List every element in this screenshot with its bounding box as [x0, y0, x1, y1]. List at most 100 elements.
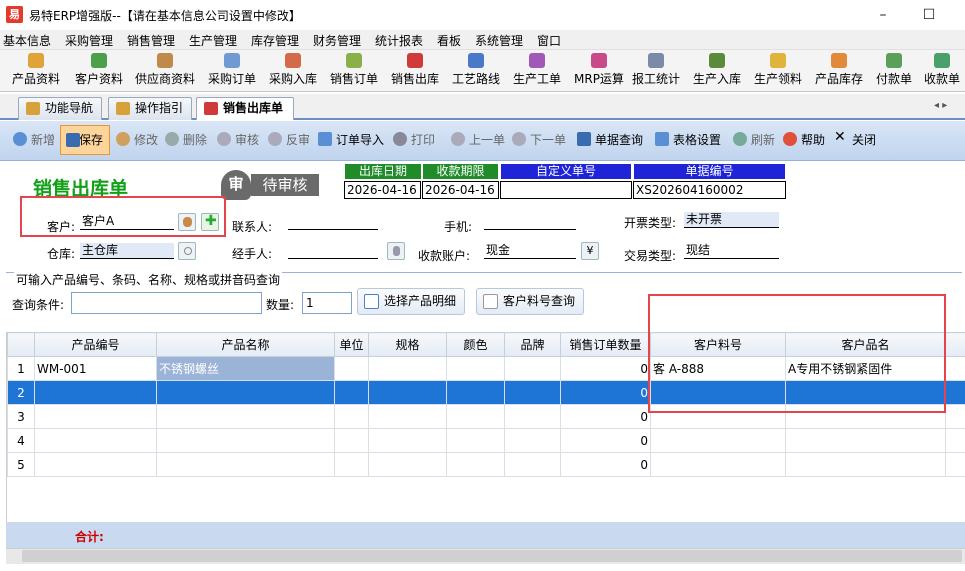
quantity-input[interactable]: 1: [302, 292, 352, 314]
cell-unit[interactable]: [334, 356, 369, 381]
warehouse-lookup-button[interactable]: [178, 242, 196, 260]
toolbar-customer-info[interactable]: 客户资料: [75, 53, 123, 91]
prev-button[interactable]: 上一单: [451, 131, 505, 148]
col-header-unit[interactable]: 单位: [334, 332, 369, 357]
menu-inventory[interactable]: 库存管理: [251, 32, 299, 49]
toolbar-work-order[interactable]: 生产工单: [513, 53, 561, 91]
toolbar-product-stock[interactable]: 产品库存: [815, 53, 863, 91]
toolbar-purchase-order[interactable]: 采购订单: [208, 53, 256, 91]
toolbar-supplier-info[interactable]: 供应商资料: [135, 53, 195, 91]
contact-field[interactable]: [288, 214, 378, 230]
help-button[interactable]: 帮助: [783, 131, 825, 148]
menu-board[interactable]: 看板: [437, 32, 461, 49]
cell-order-qty[interactable]: 0: [560, 404, 651, 429]
tab-guide[interactable]: 操作指引: [108, 97, 192, 120]
minimize-button[interactable]: –: [872, 4, 894, 26]
cell-spec[interactable]: [368, 380, 447, 405]
col-header-color[interactable]: 颜色: [446, 332, 505, 357]
cell-customer-part-no[interactable]: [650, 428, 786, 453]
select-product-button[interactable]: 选择产品明细: [357, 288, 466, 315]
cell-unit[interactable]: [334, 452, 369, 477]
due-date-field[interactable]: 2026-04-16: [422, 181, 499, 199]
menu-sales[interactable]: 销售管理: [127, 32, 175, 49]
toolbar-sales-order[interactable]: 销售订单: [330, 53, 378, 91]
phone-field[interactable]: [484, 214, 576, 230]
toolbar-material-issue[interactable]: 生产领料: [754, 53, 802, 91]
cell-unit[interactable]: [334, 404, 369, 429]
unaudit-button[interactable]: 反审: [268, 131, 310, 148]
order-import-button[interactable]: 订单导入: [318, 131, 384, 148]
toolbar-work-report[interactable]: 报工统计: [632, 53, 680, 91]
toolbar-sales-out[interactable]: 销售出库: [391, 53, 439, 91]
cell-product-code[interactable]: [34, 380, 157, 405]
menu-reports[interactable]: 统计报表: [375, 32, 423, 49]
cell-order-qty[interactable]: 0: [560, 428, 651, 453]
save-button[interactable]: 保存: [60, 125, 110, 155]
cell-order-qty[interactable]: 0: [560, 356, 651, 381]
search-input[interactable]: [71, 292, 262, 314]
cell-order-qty[interactable]: 0: [560, 452, 651, 477]
account-button[interactable]: ¥: [581, 242, 599, 260]
toolbar-mrp[interactable]: MRP运算: [574, 53, 624, 91]
new-button[interactable]: 新增: [13, 131, 55, 148]
customer-lookup-button[interactable]: [178, 213, 196, 231]
cell-brand[interactable]: [504, 428, 561, 453]
toolbar-process-route[interactable]: 工艺路线: [452, 53, 500, 91]
cell-color[interactable]: [446, 452, 505, 477]
cell-spec[interactable]: [368, 356, 447, 381]
edit-button[interactable]: 修改: [116, 131, 158, 148]
cell-color[interactable]: [446, 380, 505, 405]
cell-spec[interactable]: [368, 428, 447, 453]
query-button[interactable]: 单据查询: [577, 131, 643, 148]
cell-product-name[interactable]: [156, 452, 335, 477]
table-row[interactable]: 4 0: [7, 428, 965, 453]
menu-system[interactable]: 系统管理: [475, 32, 523, 49]
col-header-product-code[interactable]: 产品编号: [34, 332, 157, 357]
handler-lookup-button[interactable]: [387, 242, 405, 260]
scrollbar-thumb[interactable]: [22, 550, 962, 562]
toolbar-receipt[interactable]: 收款单: [924, 53, 960, 91]
cell-product-name[interactable]: 不锈钢螺丝: [156, 356, 335, 381]
cell-unit[interactable]: [334, 380, 369, 405]
table-row[interactable]: 5 0: [7, 452, 965, 477]
col-header-order-qty[interactable]: 销售订单数量: [560, 332, 651, 357]
cell-product-name[interactable]: [156, 380, 335, 405]
refresh-button[interactable]: 刷新: [733, 131, 775, 148]
cell-product-code[interactable]: [34, 452, 157, 477]
ship-date-field[interactable]: 2026-04-16: [344, 181, 421, 199]
tab-sales-out[interactable]: 销售出库单: [196, 97, 294, 120]
next-button[interactable]: 下一单: [512, 131, 566, 148]
tab-function-nav[interactable]: 功能导航: [18, 97, 102, 120]
cell-color[interactable]: [446, 404, 505, 429]
custom-no-field[interactable]: [500, 181, 632, 199]
cell-brand[interactable]: [504, 356, 561, 381]
menu-finance[interactable]: 财务管理: [313, 32, 361, 49]
cell-brand[interactable]: [504, 404, 561, 429]
warehouse-select[interactable]: 主仓库: [80, 243, 174, 259]
cell-customer-product-name[interactable]: [785, 428, 946, 453]
account-field[interactable]: 现金: [484, 243, 576, 259]
customer-add-button[interactable]: ✚: [201, 213, 219, 231]
maximize-button[interactable]: ☐: [918, 4, 940, 26]
toolbar-production-in[interactable]: 生产入库: [693, 53, 741, 91]
col-header-brand[interactable]: 品牌: [504, 332, 561, 357]
doc-no-field[interactable]: XS202604160002: [633, 181, 786, 199]
cell-spec[interactable]: [368, 452, 447, 477]
audit-button[interactable]: 审核: [217, 131, 259, 148]
cell-product-code[interactable]: WM-001: [34, 356, 157, 381]
toolbar-product-info[interactable]: 产品资料: [12, 53, 60, 91]
toolbar-purchase-in[interactable]: 采购入库: [269, 53, 317, 91]
cell-order-qty[interactable]: 0: [560, 380, 651, 405]
tab-scroll-arrows[interactable]: ◂ ▸: [934, 100, 947, 111]
table-settings-button[interactable]: 表格设置: [655, 131, 721, 148]
cell-brand[interactable]: [504, 452, 561, 477]
toolbar-payment[interactable]: 付款单: [876, 53, 912, 91]
close-button[interactable]: ✕ 关闭: [834, 129, 876, 148]
cell-brand[interactable]: [504, 380, 561, 405]
handler-field[interactable]: [288, 243, 378, 259]
cell-product-name[interactable]: [156, 428, 335, 453]
menu-production[interactable]: 生产管理: [189, 32, 237, 49]
delete-button[interactable]: 删除: [165, 131, 207, 148]
invoice-type-select[interactable]: 未开票: [684, 212, 779, 228]
cell-product-name[interactable]: [156, 404, 335, 429]
